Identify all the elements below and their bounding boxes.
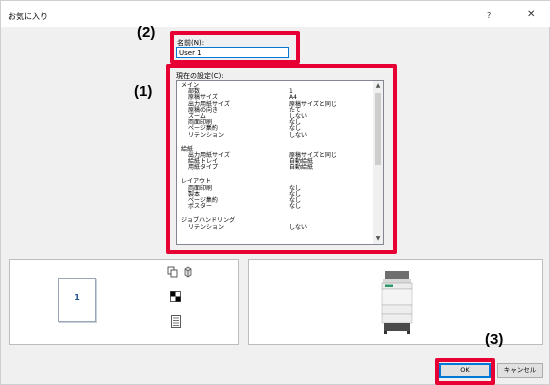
callout-3-label: (3) bbox=[485, 331, 504, 348]
close-button[interactable]: ✕ bbox=[527, 9, 535, 20]
favorites-dialog: お気に入り ? ✕ (2) 名前(N): (1) 現在の設定(C): メイン部数… bbox=[0, 0, 550, 385]
help-button[interactable]: ? bbox=[487, 11, 491, 20]
cancel-button[interactable]: キャンセル bbox=[497, 363, 543, 378]
scroll-down-arrow-icon[interactable]: ▼ bbox=[373, 234, 383, 244]
printer-device-icon bbox=[381, 271, 413, 334]
current-settings-list[interactable]: メイン 部数 1 原稿サイズ A4 出力用紙サイズ 原稿サイズと同じ 原稿の向き たて ズーム しな… bbox=[176, 80, 384, 245]
page-number: 1 bbox=[74, 293, 80, 302]
settings-scrollbar[interactable]: ▲ ▼ bbox=[373, 81, 383, 244]
callout-1-label: (1) bbox=[134, 83, 153, 100]
staple-icon bbox=[184, 266, 192, 278]
setting-key: リテンション bbox=[188, 223, 225, 231]
scroll-up-arrow-icon[interactable]: ▲ bbox=[373, 81, 383, 91]
document-icon bbox=[171, 315, 181, 328]
settings-row: リテンション しない bbox=[181, 223, 371, 231]
page-thumbnail: 1 bbox=[58, 278, 96, 322]
scroll-thumb[interactable] bbox=[375, 93, 381, 165]
callout-2-label: (2) bbox=[137, 24, 156, 41]
print-preview-panel bbox=[9, 259, 239, 345]
title-bar: お気に入り ? ✕ bbox=[1, 1, 550, 27]
color-mode-icon bbox=[170, 291, 181, 302]
setting-value: しない bbox=[289, 223, 308, 231]
settings-spacer bbox=[181, 139, 371, 147]
copies-icon bbox=[167, 266, 178, 278]
settings-rows: メイン 部数 1 原稿サイズ A4 出力用紙サイズ 原稿サイズと同じ 原稿の向き たて ズーム しな… bbox=[181, 82, 371, 231]
ok-button[interactable]: OK bbox=[439, 363, 491, 378]
name-input[interactable] bbox=[176, 47, 289, 58]
window-title: お気に入り bbox=[8, 12, 48, 21]
